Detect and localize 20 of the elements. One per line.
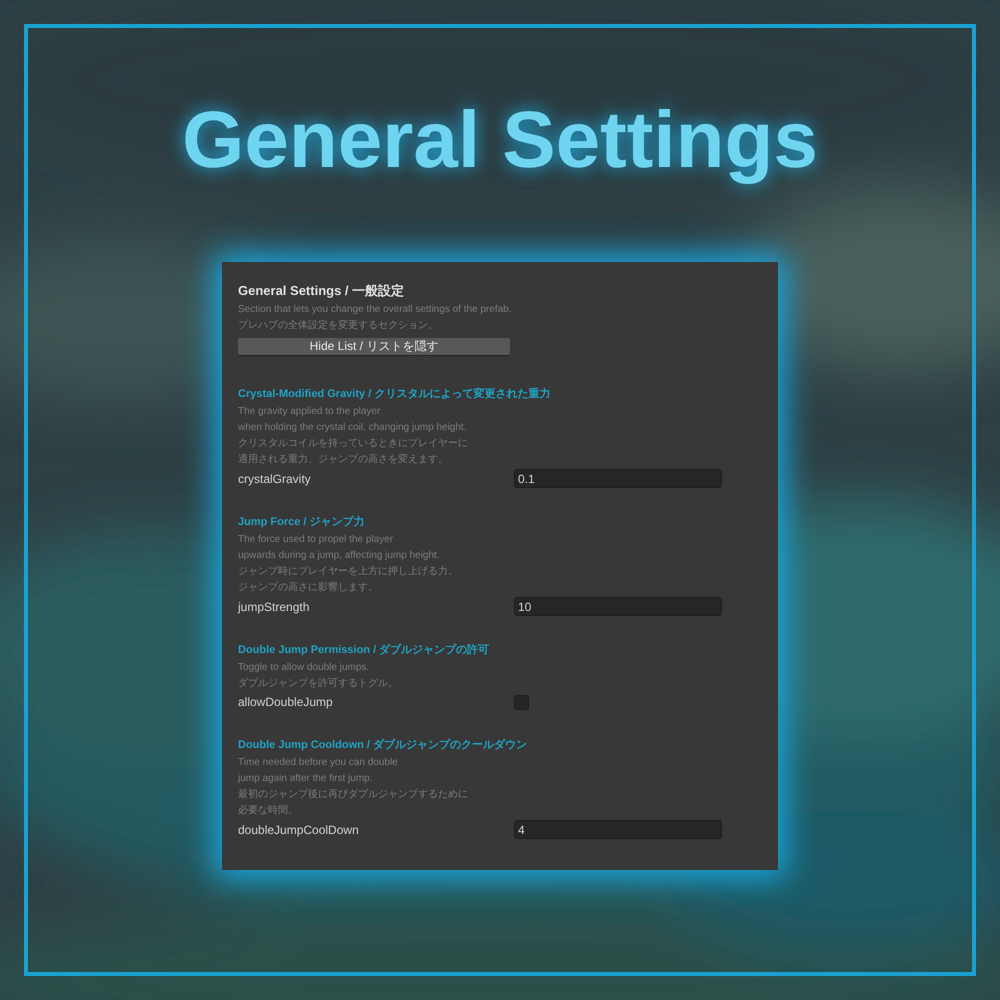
description-text: Section that lets you change the overall settings of the prefab. プレハブの全体設定を変更するセクション。 <box>238 303 513 333</box>
panel-title: General Settings / 一般設定 <box>238 282 406 300</box>
hide-list-button[interactable]: Hide List / リストを隠す <box>238 338 510 355</box>
number-field[interactable]: 10 <box>514 597 722 616</box>
section-heading: Jump Force / ジャンプ力 <box>238 514 366 530</box>
field-label: jumpStrength <box>238 598 310 616</box>
banner-title: General Settings <box>182 94 818 186</box>
number-field[interactable]: 4 <box>514 820 722 839</box>
section-heading: Crystal-Modified Gravity / クリスタルによって変更された重力 <box>238 386 552 402</box>
section-heading: Double Jump Permission / ダブルジャンプの許可 <box>238 642 490 658</box>
description-text: Toggle to allow double jumps. ダブルジャンプを許可するトグル。 <box>238 661 399 691</box>
field-label: crystalGravity <box>238 470 312 488</box>
checkbox[interactable] <box>514 694 529 710</box>
section-heading: Double Jump Cooldown / ダブルジャンプのクールダウン <box>238 738 528 753</box>
field-label: allowDoubleJump <box>238 694 334 711</box>
number-field[interactable]: 0.1 <box>514 469 722 488</box>
description-text: The gravity applied to the player when holding the crystal coil, changing jump height. クリスタルコイルを持っているときにプレイヤーに 適用される重力、ジャンプの高さを変えます。 <box>238 405 469 467</box>
field-label: doubleJumpCoolDown <box>238 822 360 838</box>
description-text: The force used to propel the player upwards during a jump, affecting jump height. ジャンプ時にプレイヤーを上方に押し上げる力。 ジャンプの高さに影響します。 <box>238 533 459 595</box>
description-text: Time needed before you can double jump again after the first jump. 最初のジャンプ後に再びダブルジャンプするために 必要な時間。 <box>238 756 469 818</box>
